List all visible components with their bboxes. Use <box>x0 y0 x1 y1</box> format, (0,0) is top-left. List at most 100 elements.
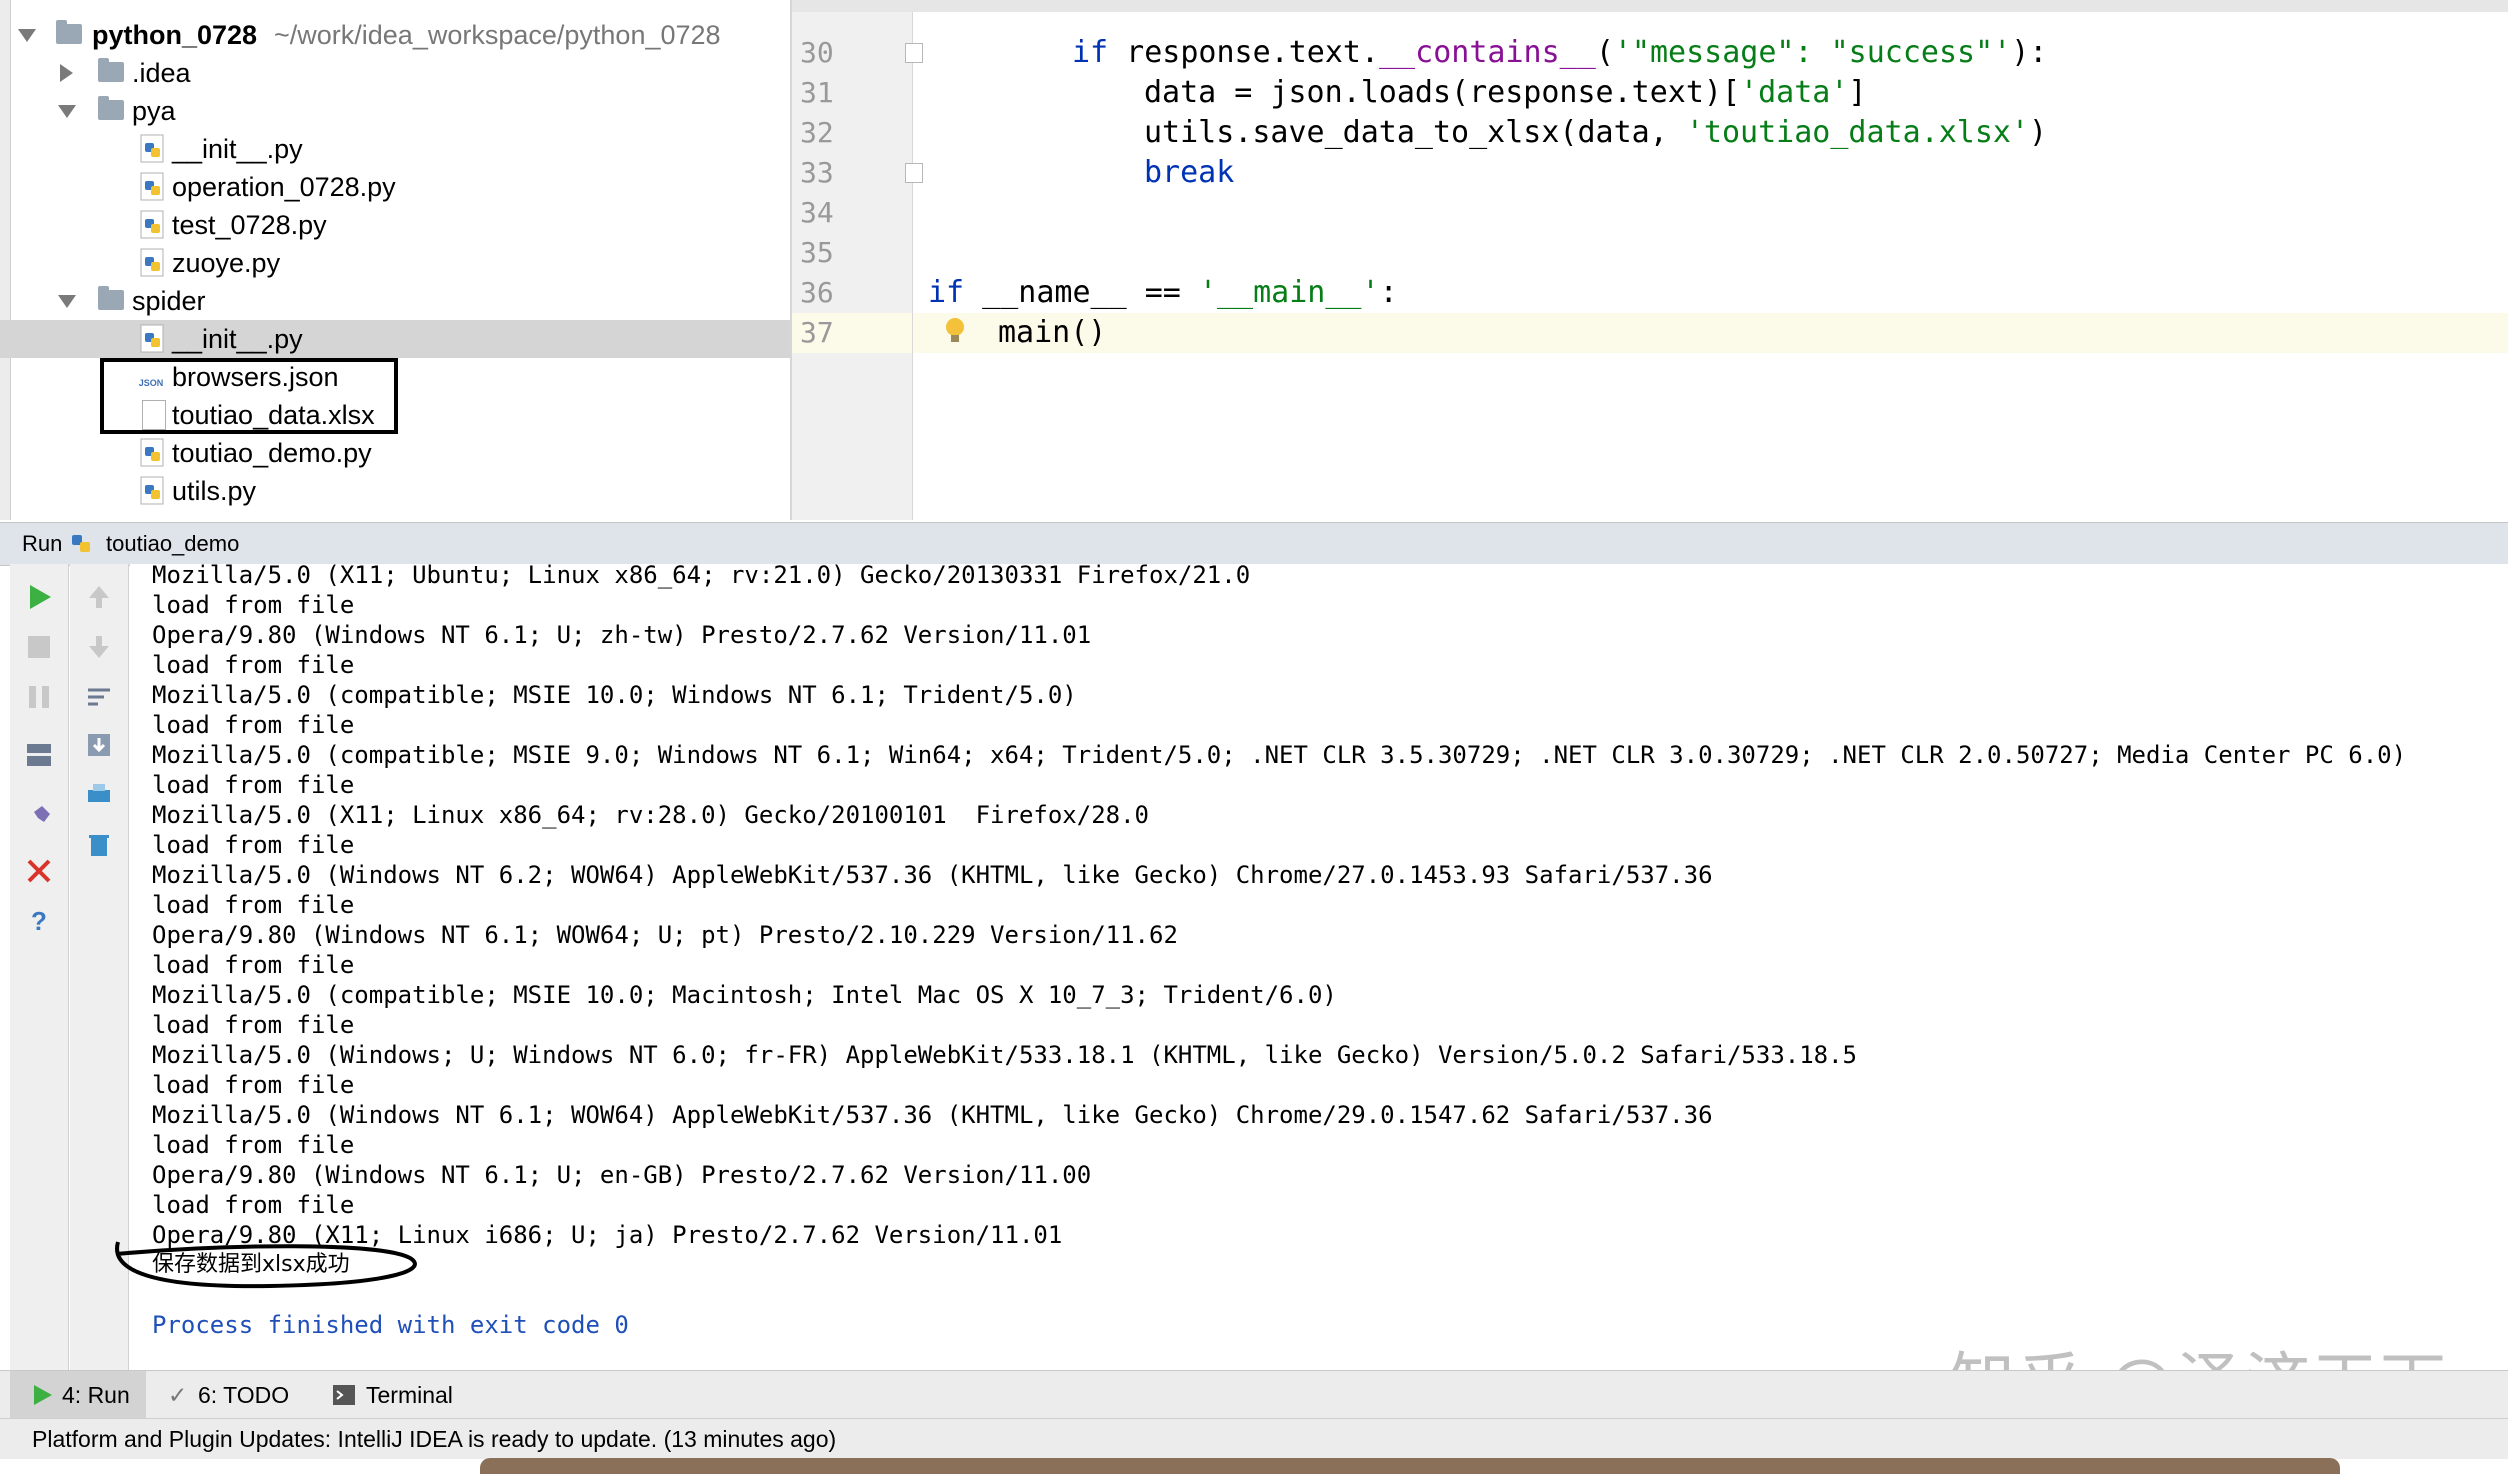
tree-item-label: operation_0728.py <box>172 172 396 202</box>
console-line: load from file <box>152 651 355 679</box>
code-text: __name__ == <box>964 275 1199 310</box>
code-line-31[interactable]: data = json.loads(response.text)['data'] <box>1144 73 1866 113</box>
chevron-down-icon[interactable] <box>58 295 76 308</box>
console-line: load from file <box>152 1011 355 1039</box>
code-keyword: if <box>928 275 965 310</box>
code-line-36[interactable]: if __name__ == '__main__': <box>928 273 1398 313</box>
code-line-32[interactable]: utils.save_data_to_xlsx(data, 'toutiao_d… <box>1144 113 2047 153</box>
fold-marker-icon[interactable] <box>905 43 923 63</box>
tree-item-pya-init[interactable]: __init__.py <box>0 130 790 168</box>
console-line: Opera/9.80 (Windows NT 6.1; WOW64; U; pt… <box>152 921 1178 949</box>
todo-icon: ✓ <box>168 1382 188 1408</box>
code-dunder: __contains__ <box>1379 35 1596 70</box>
code-line-37[interactable]: main() <box>998 313 1106 353</box>
line-number: 31 <box>800 76 834 109</box>
chevron-right-icon[interactable] <box>60 64 73 82</box>
console-line: load from file <box>152 951 355 979</box>
help-icon[interactable]: ? <box>24 906 54 936</box>
console-line: load from file <box>152 771 355 799</box>
python-file-icon <box>140 248 164 277</box>
tree-root-row[interactable]: python_0728 ~/work/idea_workspace/python… <box>0 16 790 54</box>
tree-item-operation[interactable]: operation_0728.py <box>0 168 790 206</box>
tree-item-label: test_0728.py <box>172 210 327 240</box>
python-file-icon <box>140 172 164 201</box>
code-text: ( <box>1595 35 1614 70</box>
scroll-to-end-icon[interactable] <box>84 730 114 760</box>
line-number: 30 <box>800 36 834 69</box>
tree-item-spider[interactable]: spider <box>0 282 790 320</box>
code-text: data = json.loads(response.text)[ <box>1144 75 1741 110</box>
console-line: Mozilla/5.0 (Windows NT 6.1; WOW64) Appl… <box>152 1101 1713 1129</box>
python-run-config-icon <box>72 535 90 552</box>
up-arrow-icon[interactable] <box>84 582 114 612</box>
rerun-icon[interactable] <box>24 582 54 612</box>
tree-item-label: __init__.py <box>172 134 303 164</box>
fold-marker-icon[interactable] <box>905 163 923 183</box>
tab-run[interactable]: 4: Run <box>10 1371 146 1419</box>
code-string: '"message": "success"' <box>1613 35 2012 70</box>
project-root-name: python_0728 <box>92 20 258 50</box>
down-arrow-icon[interactable] <box>84 632 114 662</box>
console-line: load from file <box>152 831 355 859</box>
python-file-icon <box>140 476 164 505</box>
lightbulb-icon[interactable] <box>944 316 966 346</box>
print-icon[interactable] <box>84 780 114 810</box>
chevron-down-icon[interactable] <box>58 105 76 118</box>
project-tree-panel: python_0728 ~/work/idea_workspace/python… <box>0 0 792 520</box>
code-line-30[interactable]: if response.text.__contains__('"message"… <box>1072 33 2047 73</box>
code-string: 'data' <box>1740 75 1849 110</box>
stop-icon[interactable] <box>24 632 54 662</box>
run-panel-label: Run <box>22 531 63 556</box>
play-icon <box>34 1385 52 1405</box>
line-number: 33 <box>800 156 834 189</box>
trash-icon[interactable] <box>84 830 114 860</box>
line-number: 36 <box>800 276 834 309</box>
tree-item-toutiao-demo[interactable]: toutiao_demo.py <box>0 434 790 472</box>
python-file-icon <box>140 438 164 467</box>
console-line: Opera/9.80 (Windows NT 6.1; U; en-GB) Pr… <box>152 1161 1092 1189</box>
tab-terminal[interactable]: Terminal <box>326 1371 486 1419</box>
tab-todo[interactable]: ✓ 6: TODO <box>160 1371 310 1419</box>
tree-item-label: toutiao_demo.py <box>172 438 372 468</box>
tree-item-spider-init[interactable]: __init__.py <box>0 320 790 358</box>
line-number: 34 <box>800 196 834 229</box>
code-text: response.text. <box>1108 35 1380 70</box>
folder-icon <box>98 58 124 82</box>
console-line: Mozilla/5.0 (Windows; U; Windows NT 6.0;… <box>152 1041 1858 1069</box>
console-line: Mozilla/5.0 (compatible; MSIE 10.0; Wind… <box>152 681 1077 709</box>
annotation-circle <box>115 1241 417 1289</box>
console-line: load from file <box>152 711 355 739</box>
console-line: load from file <box>152 591 355 619</box>
code-text: ): <box>2011 35 2048 70</box>
console-line: load from file <box>152 1071 355 1099</box>
code-line-33[interactable]: break <box>1144 153 1234 193</box>
tree-item-idea[interactable]: .idea <box>0 54 790 92</box>
annotation-box <box>100 358 398 434</box>
pause-icon[interactable] <box>24 682 54 712</box>
console-line: Mozilla/5.0 (compatible; MSIE 9.0; Windo… <box>152 741 2407 769</box>
console-line: Mozilla/5.0 (X11; Ubuntu; Linux x86_64; … <box>152 561 1251 589</box>
code-keyword: if <box>1072 35 1109 70</box>
tree-item-label: __init__.py <box>172 324 303 354</box>
close-icon[interactable] <box>24 856 54 886</box>
run-config-name[interactable]: toutiao_demo <box>106 523 239 565</box>
layout-icon[interactable] <box>24 740 54 770</box>
tree-item-zuoye[interactable]: zuoye.py <box>0 244 790 282</box>
tree-item-label: .idea <box>132 58 191 88</box>
chevron-down-icon[interactable] <box>18 29 36 42</box>
pin-icon[interactable] <box>24 802 54 832</box>
tree-item-utils[interactable]: utils.py <box>0 472 790 510</box>
code-text: main() <box>998 315 1107 350</box>
tree-item-label: spider <box>132 286 206 316</box>
tree-item-pya[interactable]: pya <box>0 92 790 130</box>
dock-strip <box>480 1458 2340 1474</box>
project-root-path: ~/work/idea_workspace/python_0728 <box>274 20 721 50</box>
status-message[interactable]: Platform and Plugin Updates: IntelliJ ID… <box>32 1419 836 1459</box>
console-line: load from file <box>152 891 355 919</box>
tab-terminal-label: Terminal <box>366 1382 453 1408</box>
tree-item-test[interactable]: test_0728.py <box>0 206 790 244</box>
tab-run-label: 4: Run <box>62 1382 130 1408</box>
terminal-icon <box>333 1385 355 1405</box>
console-line: Opera/9.80 (Windows NT 6.1; U; zh-tw) Pr… <box>152 621 1092 649</box>
soft-wrap-icon[interactable] <box>84 682 114 712</box>
